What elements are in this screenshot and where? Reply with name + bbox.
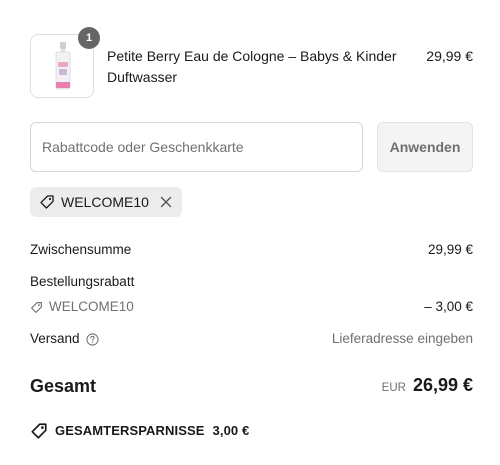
order-discount-label: Bestellungsrabatt: [30, 274, 135, 289]
applied-discount-code: WELCOME10: [61, 194, 149, 210]
remove-discount-button[interactable]: [160, 196, 172, 208]
subtotal-value: 29,99 €: [427, 242, 473, 257]
product-name: Petite Berry Eau de Cologne – Babys & Ki…: [107, 48, 397, 85]
tag-icon: [31, 423, 47, 439]
shipping-label-group: Versand: [30, 329, 99, 349]
total-amount: 26,99 €: [412, 375, 473, 395]
tag-icon: [40, 195, 54, 209]
discount-code-input[interactable]: [30, 122, 363, 172]
perfume-bottle-icon: [55, 42, 71, 90]
discount-code-row: WELCOME10 – 3,00 €: [30, 297, 473, 317]
shipping-value: Lieferadresse eingeben: [331, 331, 473, 346]
total-savings: GESAMTERSPARNISSE 3,00 €: [30, 421, 249, 441]
apply-discount-button[interactable]: Anwenden: [377, 122, 473, 172]
product-price: 29,99 €: [426, 48, 473, 64]
total-price: EUR 26,99 €: [382, 372, 473, 398]
help-circle-icon[interactable]: [85, 332, 99, 346]
tag-icon: [31, 301, 42, 313]
total-row: Gesamt EUR 26,99 €: [30, 372, 473, 400]
product-thumbnail: 1: [30, 27, 100, 98]
currency-code: EUR: [381, 382, 406, 394]
quantity-badge: 1: [78, 27, 100, 49]
shipping-label: Versand: [30, 331, 80, 346]
discount-code-label: WELCOME10: [49, 299, 134, 314]
savings-value: 3,00 €: [212, 423, 250, 438]
cart-line-item: 1 Petite Berry Eau de Cologne – Babys & …: [30, 27, 473, 98]
discount-value: – 3,00 €: [424, 299, 473, 314]
subtotal-row: Zwischensumme 29,99 €: [30, 240, 473, 260]
subtotal-label: Zwischensumme: [30, 242, 132, 257]
total-label: Gesamt: [30, 376, 97, 396]
order-discount-row: Bestellungsrabatt: [30, 272, 473, 292]
discount-code-detail: WELCOME10: [30, 297, 134, 317]
shipping-row: Versand Lieferadresse eingeben: [30, 329, 473, 349]
close-icon: [160, 196, 172, 208]
savings-label: GESAMTERSPARNISSE: [55, 423, 205, 438]
applied-discount-chip: WELCOME10: [30, 187, 182, 217]
